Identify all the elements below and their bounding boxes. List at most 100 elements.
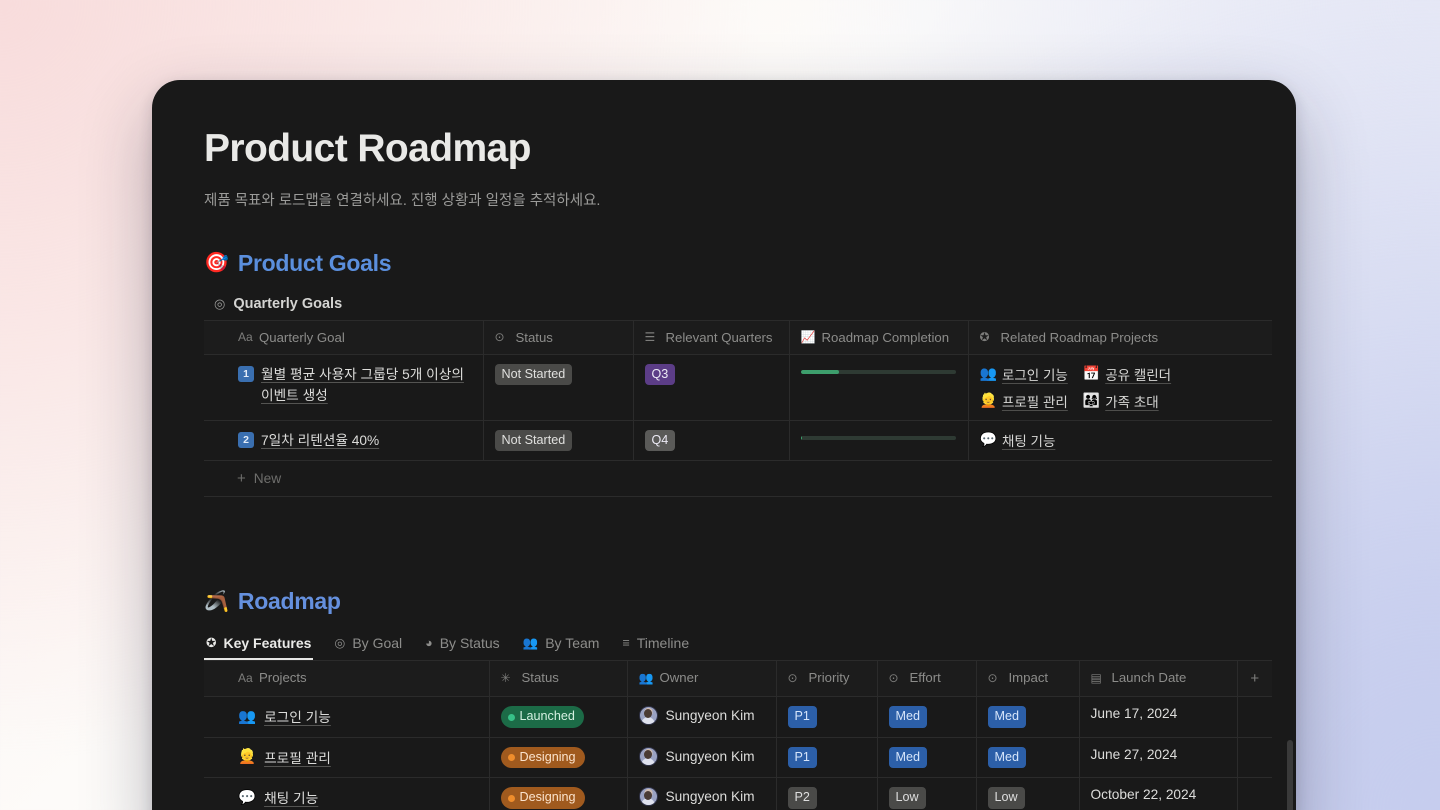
project-status-cell[interactable]: Launched bbox=[489, 696, 628, 738]
badge-label: Designing bbox=[519, 749, 576, 764]
column-header-add-column[interactable]: + bbox=[1237, 660, 1272, 698]
project-name-cell[interactable]: 💬 채팅 기능 bbox=[204, 777, 490, 810]
project-name-cell[interactable]: 👱 프로필 관리 bbox=[204, 736, 490, 779]
tab-label: By Team bbox=[545, 635, 600, 652]
project-status-cell[interactable]: Designing bbox=[489, 736, 628, 779]
goal-quarter-cell[interactable]: Q4 bbox=[633, 419, 790, 462]
status-badge[interactable]: Not Started bbox=[494, 363, 573, 386]
goal-number-icon: 2 bbox=[238, 431, 254, 448]
goal-related-projects-cell[interactable]: 💬 채팅 기능 bbox=[968, 419, 1272, 462]
status-badge[interactable]: Q4 bbox=[644, 429, 676, 452]
project-title: 채팅 기능 bbox=[264, 791, 319, 807]
project-status-cell[interactable]: Designing bbox=[489, 777, 628, 810]
quarterly-goals-table[interactable]: Aa Quarterly Goal ⊙ Status ☰ Relevant Quarter… bbox=[204, 319, 1272, 462]
goal-name-cell[interactable]: 1 월별 평균 사용자 그룹당 5개 이상의 이벤트 생성 bbox=[204, 353, 484, 421]
column-header-related-roadmap-projects[interactable]: ✪ Related Roadmap Projects bbox=[968, 319, 1272, 355]
project-launch-date-cell[interactable]: June 17, 2024 bbox=[1079, 696, 1238, 738]
owner-name: Sungyeon Kim bbox=[665, 708, 755, 724]
tab-by-status[interactable]: ◕ By Status bbox=[423, 632, 501, 660]
badge-label: Med bbox=[994, 709, 1020, 724]
column-header-owner[interactable]: 👥 Owner bbox=[627, 660, 777, 698]
status-badge[interactable]: Low bbox=[987, 787, 1025, 810]
avatar bbox=[638, 746, 658, 766]
goal-quarter-cell[interactable]: Q3 bbox=[633, 353, 790, 421]
table-row[interactable]: 1 월별 평균 사용자 그룹당 5개 이상의 이벤트 생성 Not Started Q… bbox=[204, 353, 1272, 421]
table-row[interactable]: 💬 채팅 기능 Designing Sungyeon Kim P2 Low Low Octob… bbox=[204, 777, 1272, 810]
roadmap-view-tabs[interactable]: ✪ Key Features ◎ By Goal ◕ By Status 👥 By Team ≡… bbox=[204, 632, 1272, 661]
goal-related-projects-cell[interactable]: 👥 로그인 기능 📅 공유 캘린더 👱 프로필 관리 👨‍👩‍👧 가족 초대 bbox=[968, 353, 1272, 421]
status-badge[interactable]: Launched bbox=[500, 706, 584, 728]
roadmap-table[interactable]: Aa Projects ✳ Status 👥 Owner ⊙ Priority ⊙ Effort ⊙… bbox=[204, 660, 1272, 810]
status-badge[interactable]: P2 bbox=[787, 787, 817, 810]
table-row[interactable]: 2 7일차 리텐션율 40% Not Started Q4 💬 채팅 기능 bbox=[204, 419, 1272, 462]
project-impact-cell[interactable]: Med bbox=[976, 696, 1080, 738]
related-project-link[interactable]: 📅 공유 캘린더 bbox=[1083, 364, 1171, 384]
new-row-label: New bbox=[253, 471, 282, 487]
project-launch-date-cell[interactable]: June 27, 2024 bbox=[1079, 736, 1238, 779]
project-priority-cell[interactable]: P1 bbox=[776, 696, 878, 738]
row-extra-cell bbox=[1237, 736, 1272, 779]
column-header-roadmap-completion[interactable]: 📈 Roadmap Completion bbox=[789, 319, 969, 355]
status-dot bbox=[507, 794, 515, 802]
status-badge[interactable]: Med bbox=[987, 706, 1026, 728]
goal-name-cell[interactable]: 2 7일차 리텐션율 40% bbox=[204, 419, 484, 462]
related-project-link[interactable]: 👨‍👩‍👧 가족 초대 bbox=[1083, 391, 1159, 411]
table-row[interactable]: 👥 로그인 기능 Launched Sungyeon Kim P1 Med Med June … bbox=[204, 696, 1272, 738]
badge-label: Low bbox=[994, 790, 1018, 805]
status-badge[interactable]: Designing bbox=[500, 787, 585, 810]
column-header-impact[interactable]: ⊙ Impact bbox=[976, 660, 1080, 698]
project-emoji-icon: 👥 bbox=[979, 365, 997, 382]
tab-by-team[interactable]: 👥 By Team bbox=[521, 632, 602, 660]
project-launch-date-cell[interactable]: October 22, 2024 bbox=[1079, 777, 1238, 810]
page-scroll-area[interactable]: Product Roadmap 제품 목표와 로드맵을 연결하세요. 진행 상황… bbox=[152, 80, 1296, 810]
column-header-launch-date[interactable]: ▤ Launch Date bbox=[1079, 660, 1238, 698]
goal-status-cell[interactable]: Not Started bbox=[483, 353, 634, 421]
column-header-relevant-quarters[interactable]: ☰ Relevant Quarters bbox=[633, 319, 790, 355]
status-badge[interactable]: Med bbox=[888, 746, 927, 769]
project-impact-cell[interactable]: Med bbox=[976, 736, 1080, 779]
status-badge[interactable]: P1 bbox=[787, 746, 817, 769]
table-row[interactable]: 👱 프로필 관리 Designing Sungyeon Kim P1 Med Med June… bbox=[204, 736, 1272, 779]
project-priority-cell[interactable]: P2 bbox=[776, 777, 878, 810]
progress-bar-track bbox=[800, 369, 956, 374]
status-dot bbox=[507, 754, 515, 762]
column-header-label: Relevant Quarters bbox=[665, 329, 773, 345]
project-effort-cell[interactable]: Med bbox=[877, 736, 977, 779]
column-header-status[interactable]: ⊙ Status bbox=[483, 319, 634, 355]
status-badge[interactable]: Designing bbox=[500, 746, 585, 769]
tab-by-goal[interactable]: ◎ By Goal bbox=[332, 632, 404, 660]
status-badge[interactable]: Med bbox=[888, 706, 927, 728]
column-header-priority[interactable]: ⊙ Priority bbox=[776, 660, 878, 698]
status-badge[interactable]: Not Started bbox=[494, 429, 573, 452]
column-header-projects[interactable]: Aa Projects bbox=[204, 660, 490, 698]
related-project-link[interactable]: 💬 채팅 기능 bbox=[980, 430, 1056, 450]
add-column-icon[interactable]: + bbox=[1250, 670, 1259, 687]
project-owner-cell[interactable]: Sungyeon Kim bbox=[627, 777, 777, 810]
column-header-label: Related Roadmap Projects bbox=[1000, 329, 1159, 345]
project-effort-cell[interactable]: Med bbox=[877, 696, 977, 738]
goal-status-cell[interactable]: Not Started bbox=[483, 419, 634, 462]
status-badge[interactable]: Low bbox=[888, 787, 926, 810]
project-owner-cell[interactable]: Sungyeon Kim bbox=[627, 696, 777, 738]
project-priority-cell[interactable]: P1 bbox=[776, 736, 878, 779]
status-badge[interactable]: P1 bbox=[787, 706, 817, 728]
tab-label: By Goal bbox=[352, 635, 403, 652]
badge-label: Q4 bbox=[651, 432, 669, 447]
project-name-cell[interactable]: 👥 로그인 기능 bbox=[204, 696, 490, 738]
database-title-quarterly-goals[interactable]: ◎ Quarterly Goals bbox=[214, 296, 1244, 312]
project-owner-cell[interactable]: Sungyeon Kim bbox=[627, 736, 777, 779]
new-goal-row-button[interactable]: + New bbox=[204, 461, 1272, 498]
related-project-link[interactable]: 👱 프로필 관리 bbox=[980, 391, 1068, 411]
tab-timeline[interactable]: ≡ Timeline bbox=[620, 632, 691, 660]
project-effort-cell[interactable]: Low bbox=[877, 777, 977, 810]
column-header-status[interactable]: ✳ Status bbox=[489, 660, 628, 698]
column-header-effort[interactable]: ⊙ Effort bbox=[877, 660, 977, 698]
status-badge[interactable]: Q3 bbox=[644, 363, 676, 386]
tab-key-features[interactable]: ✪ Key Features bbox=[204, 632, 314, 661]
vertical-scrollbar[interactable] bbox=[1287, 740, 1293, 810]
related-project-link[interactable]: 👥 로그인 기능 bbox=[980, 364, 1068, 384]
status-badge[interactable]: Med bbox=[987, 746, 1026, 769]
column-header-quarterly-goal[interactable]: Aa Quarterly Goal bbox=[204, 319, 484, 355]
tab-label: Key Features bbox=[223, 635, 312, 652]
project-impact-cell[interactable]: Low bbox=[976, 777, 1080, 810]
